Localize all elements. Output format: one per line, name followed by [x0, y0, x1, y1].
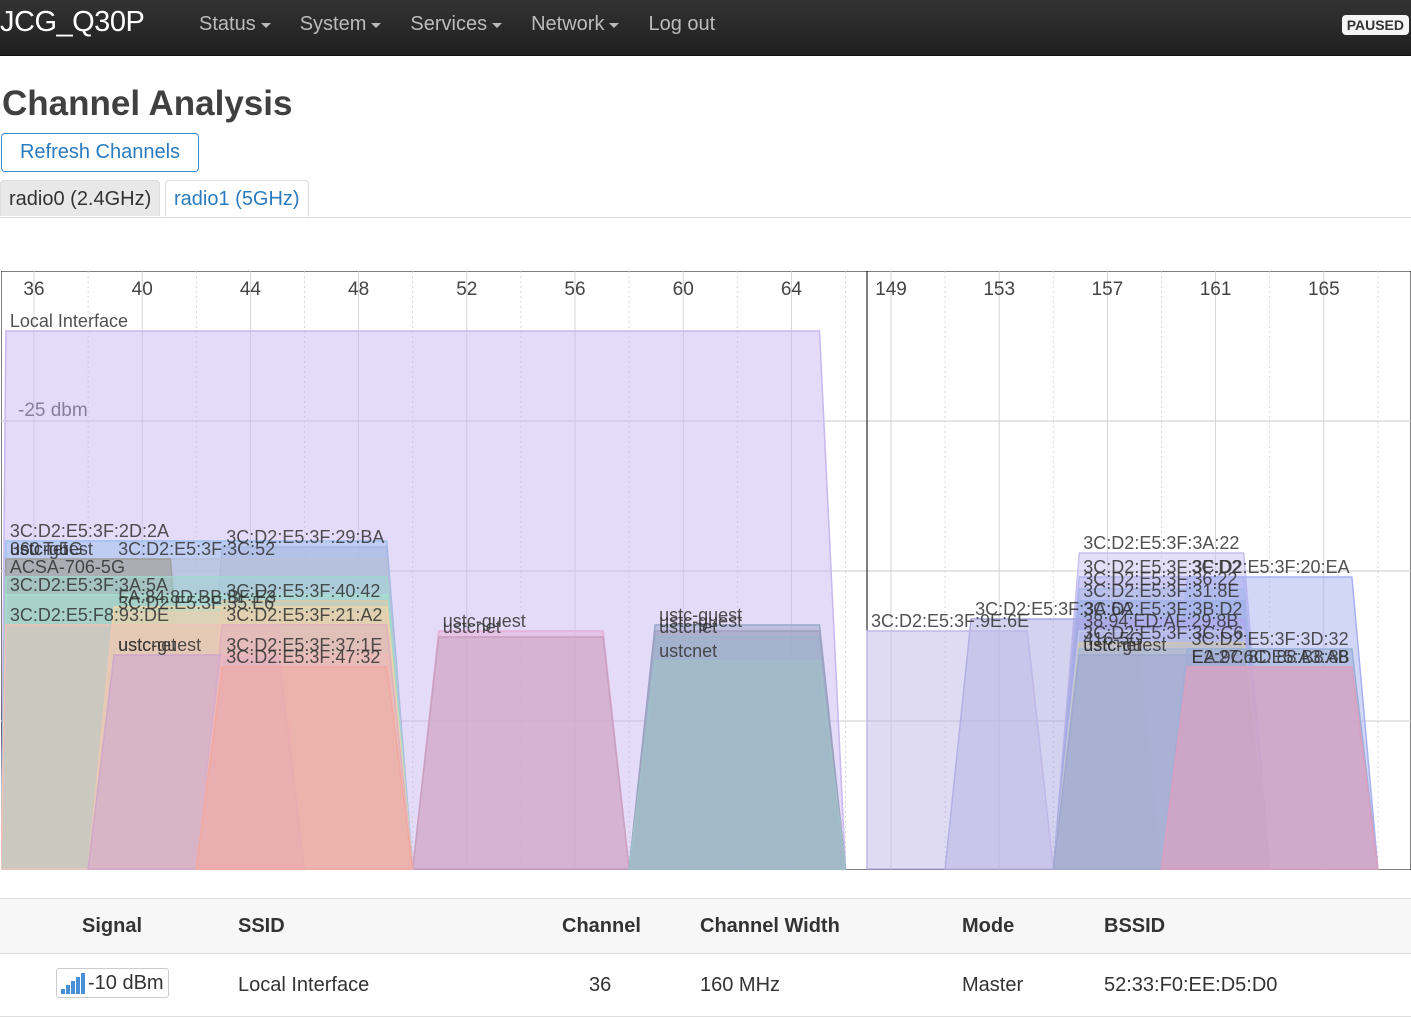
chevron-down-icon [492, 23, 503, 28]
menu-logout[interactable]: Log out [648, 13, 715, 36]
channel-tick-label: 36 [23, 279, 44, 300]
chevron-down-icon [260, 23, 271, 28]
header-channel-width: Channel Width [700, 915, 840, 937]
header-signal: Signal [82, 915, 143, 937]
channel-tick-label: 52 [456, 279, 477, 300]
header-bssid: BSSID [1104, 915, 1166, 937]
menu-logout-label: Log out [648, 13, 716, 35]
network-label: 3C:D2:E5:3F:21:A2 [226, 605, 382, 625]
channel-tick-label: 64 [781, 279, 803, 300]
menu-system-label: System [299, 13, 367, 35]
channel-tick-label: 157 [1092, 279, 1124, 300]
radio-tabs: radio0 (2.4GHz) radio1 (5GHz) [0, 180, 1411, 218]
channel-tick-label: 60 [673, 279, 694, 300]
menu-services-label: Services [410, 13, 488, 35]
network-label: 3C:D2:E5:3F:31:8E [1083, 581, 1239, 601]
network-table: Signal SSID Channel Channel Width Mode B… [0, 898, 1411, 1017]
channel-tick-label: 153 [983, 279, 1015, 300]
network-label: 3C:D2:E5:3F:2D:2A [10, 521, 169, 541]
chevron-down-icon [609, 23, 620, 28]
network-label: ACSA-706-5G [10, 557, 125, 577]
page-title: Channel Analysis [2, 84, 293, 123]
top-navbar: JCG_Q30P Status System Services Network … [0, 0, 1411, 56]
table-row: -10 dBm Local Interface 36 160 MHz Maste… [0, 954, 1411, 1017]
main-menu: Status System Services Network Log out [199, 13, 744, 36]
network-label: ustcnet [443, 617, 501, 637]
network-label: Local Interface [10, 311, 128, 331]
row-channel-width: 160 MHz [700, 974, 781, 996]
network-area [628, 660, 847, 870]
channel-tick-label: 56 [564, 279, 585, 300]
network-label: ustcnet [118, 635, 176, 655]
network-label: 3C:D2:E5:F8:93:DE [10, 605, 169, 625]
channel-chart-svg: 3640444852566064149153157161165-25 dbmLo… [1, 271, 1411, 870]
network-area [195, 666, 414, 870]
menu-network[interactable]: Network [531, 13, 620, 36]
channel-tick-label: 40 [132, 279, 153, 300]
channel-chart: 3640444852566064149153157161165-25 dbmLo… [1, 271, 1411, 870]
table-header: Signal SSID Channel Channel Width Mode B… [0, 898, 1411, 954]
channel-tick-label: 149 [875, 279, 907, 300]
header-channel: Channel [562, 915, 641, 937]
refresh-channels-button[interactable]: Refresh Channels [1, 133, 199, 172]
signal-badge: -10 dBm [56, 968, 169, 998]
network-label: ustcnet [1083, 635, 1141, 655]
brand-title[interactable]: JCG_Q30P [0, 6, 145, 39]
network-label: 3C:D2:E5:3F:3D:32 [1192, 629, 1349, 649]
channel-tick-label: 161 [1200, 279, 1232, 300]
network-label: ustc-guest [659, 611, 742, 631]
status-badge[interactable]: PAUSED [1341, 15, 1409, 35]
network-area [1160, 666, 1379, 870]
row-bssid: 52:33:F0:EE:D5:D0 [1104, 974, 1278, 996]
menu-system[interactable]: System [300, 13, 382, 36]
network-label: ustc-guest [10, 539, 93, 559]
signal-value: -10 dBm [88, 971, 164, 994]
header-mode: Mode [962, 915, 1015, 937]
row-channel: 36 [589, 974, 612, 996]
chevron-down-icon [371, 23, 382, 28]
network-label: 3C:D2:E5:3F:47:32 [226, 647, 380, 667]
row-mode: Master [962, 974, 1024, 996]
network-area [866, 630, 1055, 870]
channel-tick-label: 165 [1308, 279, 1340, 300]
channel-tick-label: 48 [348, 279, 369, 300]
network-label: EA:9C:8D:88:B8:88 [1192, 647, 1349, 667]
row-ssid: Local Interface [238, 974, 370, 996]
menu-status-label: Status [199, 13, 256, 35]
tab-radio1[interactable]: radio1 (5GHz) [165, 180, 309, 217]
network-area [411, 636, 630, 870]
header-ssid: SSID [238, 915, 285, 937]
signal-strength-icon [61, 972, 86, 994]
network-label: ustcnet [659, 641, 717, 661]
menu-network-label: Network [531, 13, 605, 35]
menu-status[interactable]: Status [199, 13, 271, 36]
tab-radio0[interactable]: radio0 (2.4GHz) [0, 180, 161, 216]
network-label: 3C:D2:E5:3F:3C:52 [118, 539, 275, 559]
network-label: 3C:D2:E5:3F:3A:22 [1083, 533, 1239, 553]
network-label: 3C:D2:E5:3F:9E:6E [871, 611, 1029, 631]
channel-tick-label: 44 [240, 279, 262, 300]
menu-services[interactable]: Services [410, 13, 503, 36]
